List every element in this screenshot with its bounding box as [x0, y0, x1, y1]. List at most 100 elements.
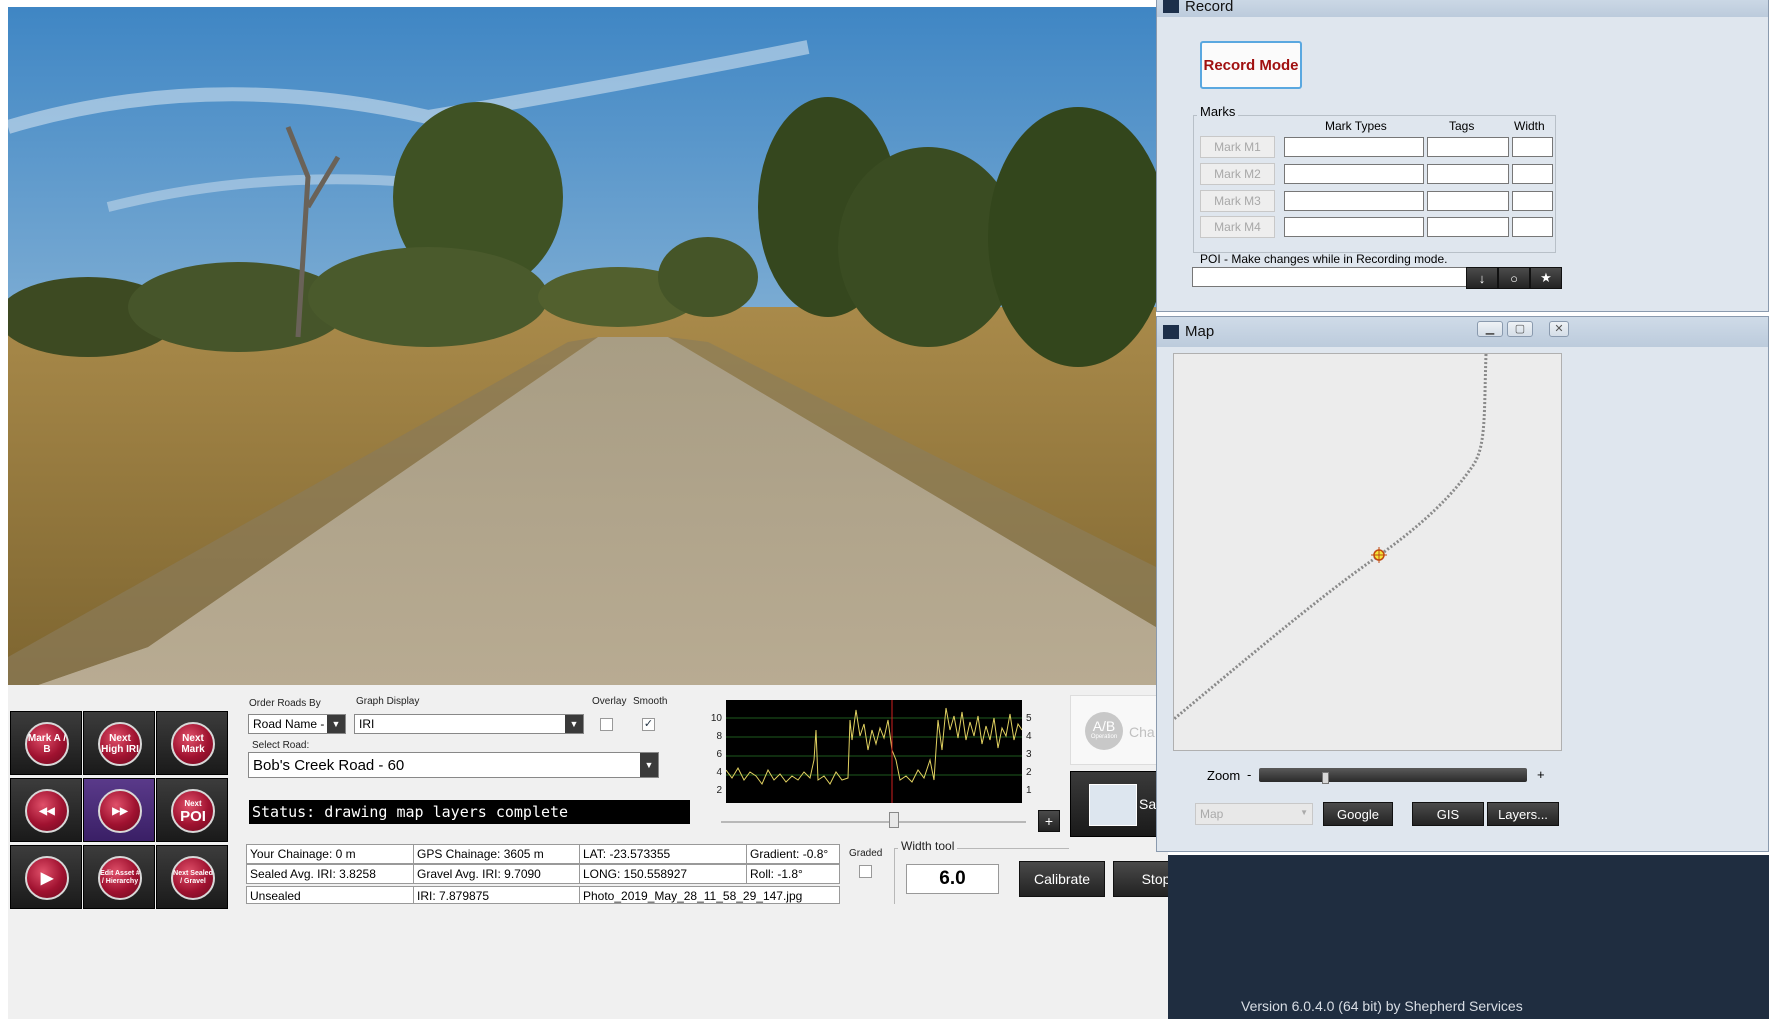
chevron-down-icon: ▼ — [640, 753, 658, 777]
gis-button[interactable]: GIS — [1412, 802, 1484, 826]
record-mode-button[interactable]: Record Mode — [1200, 41, 1302, 89]
tags-header: Tags — [1449, 119, 1475, 133]
mark-m4-type-field[interactable] — [1284, 217, 1424, 237]
next-sealed-gravel-label: Next Sealed / Gravel — [171, 856, 215, 900]
mark-m1-type-field[interactable] — [1284, 137, 1424, 157]
mark-m3-button[interactable]: Mark M3 — [1200, 190, 1275, 212]
mark-m1-button[interactable]: Mark M1 — [1200, 136, 1275, 158]
latitude: LAT: -23.573355 — [579, 844, 747, 864]
poi-label: POI - Make changes while in Recording mo… — [1200, 252, 1448, 266]
zoom-slider[interactable] — [1259, 768, 1527, 782]
chevron-down-icon: ▼ — [1300, 808, 1308, 817]
select-road-select[interactable]: Bob's Creek Road - 60 ▼ — [248, 752, 659, 778]
left-tick: 4 — [716, 767, 722, 778]
left-tick: 8 — [716, 731, 722, 742]
poi-down-button[interactable]: ↓ — [1466, 267, 1498, 289]
next-poi-button[interactable]: Next POI — [156, 778, 228, 842]
surface-type: Unsealed — [246, 886, 414, 904]
save-label: Sa — [1139, 796, 1157, 812]
your-chainage: Your Chainage: 0 m — [246, 844, 414, 864]
graded-checkbox[interactable] — [859, 865, 872, 878]
ab-operation-icon-text: A/B — [1092, 718, 1116, 734]
smooth-checkbox[interactable]: ✓ — [642, 718, 655, 731]
zoom-graph-plus-button[interactable]: + — [1038, 810, 1060, 832]
play-button[interactable]: ▶ — [10, 845, 82, 909]
vehicle-position-icon — [1371, 547, 1387, 563]
select-road-value: Bob's Creek Road - 60 — [253, 757, 405, 774]
current-iri: IRI: 7.879875 — [413, 886, 580, 904]
calibrate-button[interactable]: Calibrate — [1019, 861, 1105, 897]
poi-star-button[interactable]: ★ — [1530, 267, 1562, 289]
rewind-button[interactable]: ◀◀ — [10, 778, 82, 842]
record-title: Record — [1185, 0, 1234, 15]
gradient: Gradient: -0.8° — [746, 844, 840, 864]
position-slider-thumb[interactable] — [889, 812, 899, 828]
right-tick: 3 — [1026, 749, 1032, 760]
record-window: Record Record Mode Marks Mark Types Tags… — [1156, 0, 1769, 312]
poi-circle-button[interactable]: ○ — [1498, 267, 1530, 289]
next-mark-button[interactable]: Next Mark — [156, 711, 228, 775]
overlay-label: Overlay — [592, 696, 627, 707]
graph-display-select[interactable]: IRI ▼ — [354, 714, 584, 734]
mark-m4-width-field[interactable] — [1512, 217, 1553, 237]
edit-asset-label: Edit Asset # / Hierarchy — [98, 856, 142, 900]
map-type-select[interactable]: Map ▼ — [1195, 803, 1313, 825]
map-canvas[interactable] — [1173, 353, 1562, 751]
control-panel: Mark A / B Next High IRI Next Mark ◀◀ ▶▶… — [8, 685, 1199, 1019]
zoom-slider-thumb[interactable] — [1322, 772, 1329, 784]
mark-m1-width-field[interactable] — [1512, 137, 1553, 157]
order-roads-value: Road Name - / — [253, 717, 332, 731]
right-tick: 2 — [1026, 767, 1032, 778]
next-high-iri-label: Next High IRI — [98, 722, 142, 766]
order-roads-select[interactable]: Road Name - / ▼ — [248, 714, 346, 734]
fast-forward-icon: ▶▶ — [98, 789, 142, 833]
mark-m2-width-field[interactable] — [1512, 164, 1553, 184]
google-button[interactable]: Google — [1323, 802, 1393, 826]
mark-m3-tags-field[interactable] — [1427, 191, 1509, 211]
version-label: Version 6.0.4.0 (64 bit) by Shepherd Ser… — [1241, 998, 1523, 1014]
graph-display-label: Graph Display — [356, 696, 420, 707]
rewind-icon: ◀◀ — [25, 789, 69, 833]
mark-m3-width-field[interactable] — [1512, 191, 1553, 211]
position-slider[interactable] — [721, 821, 1026, 823]
mark-ab-button[interactable]: Mark A / B — [10, 711, 82, 775]
width-tool-value[interactable]: 6.0 — [906, 864, 999, 894]
mark-m4-tags-field[interactable] — [1427, 217, 1509, 237]
order-roads-label: Order Roads By — [249, 698, 321, 709]
next-sealed-gravel-button[interactable]: Next Sealed / Gravel — [156, 845, 228, 909]
photo-filename: Photo_2019_May_28_11_58_29_147.jpg — [579, 886, 840, 904]
mark-m3-type-field[interactable] — [1284, 191, 1424, 211]
poi-input[interactable] — [1192, 267, 1468, 287]
next-high-iri-button[interactable]: Next High IRI — [83, 711, 155, 775]
smooth-label: Smooth — [633, 696, 668, 707]
save-button[interactable]: Sa — [1070, 771, 1166, 837]
mark-m2-button[interactable]: Mark M2 — [1200, 163, 1275, 185]
mark-types-header: Mark Types — [1325, 119, 1387, 133]
mark-m4-button[interactable]: Mark M4 — [1200, 216, 1275, 238]
close-icon[interactable]: ✕ — [1549, 321, 1569, 337]
mark-m2-type-field[interactable] — [1284, 164, 1424, 184]
layers-button[interactable]: Layers... — [1487, 802, 1559, 826]
fast-forward-button[interactable]: ▶▶ — [83, 778, 155, 842]
overlay-checkbox[interactable] — [600, 718, 613, 731]
app-background — [1168, 855, 1769, 1019]
edit-asset-button[interactable]: Edit Asset # / Hierarchy — [83, 845, 155, 909]
ab-operation-button[interactable]: A/B Operation Cha — [1070, 695, 1166, 765]
map-titlebar: Map ▁ ▢ ✕ — [1157, 317, 1768, 347]
zoom-plus-label: + — [1537, 767, 1545, 782]
ab-operation-label: Cha — [1129, 724, 1155, 740]
width-tool-label: Width tool — [898, 839, 958, 853]
maximize-icon[interactable]: ▢ — [1507, 321, 1533, 337]
next-poi-big-label: POI — [180, 808, 206, 825]
graph-right-axis: 5 4 3 2 1 — [1026, 710, 1032, 800]
iri-graph — [725, 700, 1023, 803]
road-photo — [8, 7, 1156, 685]
graph-left-axis: 10 8 6 4 2 — [704, 710, 722, 800]
graded-label: Graded — [849, 848, 883, 859]
gravel-avg-iri: Gravel Avg. IRI: 9.7090 — [413, 864, 580, 884]
minimize-icon[interactable]: ▁ — [1477, 321, 1503, 337]
mark-m2-tags-field[interactable] — [1427, 164, 1509, 184]
mark-m1-tags-field[interactable] — [1427, 137, 1509, 157]
left-tick: 2 — [716, 785, 722, 796]
mark-ab-label: Mark A / B — [25, 722, 69, 766]
